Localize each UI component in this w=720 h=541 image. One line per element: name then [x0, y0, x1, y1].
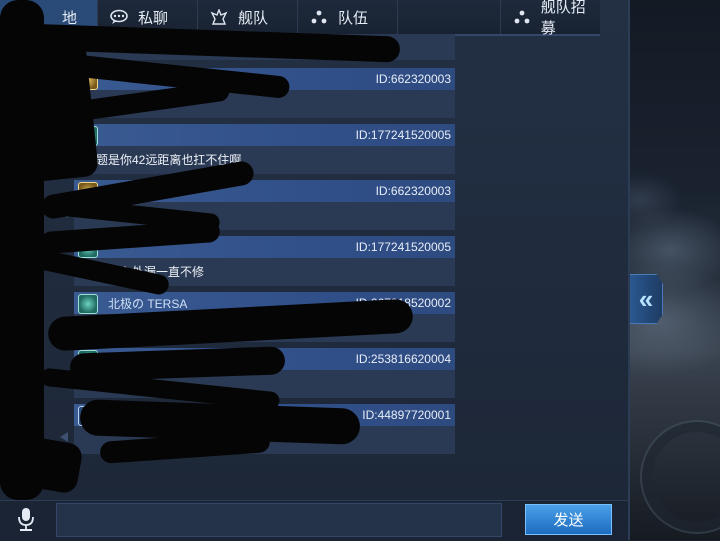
team-dots-icon	[308, 8, 330, 26]
sender-id: ID:177241520005	[355, 240, 451, 254]
sender-name: 北极の TERSA	[108, 297, 188, 311]
fleet-crest-icon	[208, 8, 230, 26]
recruit-dots-icon	[511, 8, 533, 26]
sender-id: ID:662320003	[375, 72, 451, 86]
avatar[interactable]	[78, 294, 98, 314]
send-button[interactable]: 发送	[525, 504, 612, 535]
sender-id: ID:177241520005	[355, 128, 451, 142]
chat-message[interactable]: ID:177241520005 问题是你42远距离也扛不住啊	[60, 124, 455, 174]
tab-fleet[interactable]: 舰队	[198, 0, 298, 34]
send-button-label: 发送	[553, 512, 584, 529]
chat-bubble-icon	[108, 8, 130, 26]
tab-fleet-label: 舰队	[238, 9, 269, 27]
message-pointer	[60, 432, 68, 442]
sender-id: ID:44897720001	[362, 408, 451, 422]
tab-fleet-recruit-label: 舰队招募	[540, 0, 586, 37]
message-body: 问题是你42远距离也扛不住啊	[74, 146, 455, 174]
collapse-panel-button[interactable]: «	[630, 274, 663, 324]
double-chevron-left-icon: «	[638, 283, 654, 314]
chat-input[interactable]	[56, 503, 502, 537]
tab-fleet-recruit[interactable]: 舰队招募	[500, 0, 600, 37]
tab-team[interactable]: 队伍	[298, 0, 398, 34]
message-header: ID:177241520005	[74, 124, 455, 146]
sender-id: ID:253816620004	[355, 352, 451, 366]
tab-private-chat-label: 私聊	[138, 9, 169, 27]
microphone-icon[interactable]	[14, 506, 38, 532]
sender-id: ID:662320003	[375, 184, 451, 198]
tab-team-label: 队伍	[338, 9, 369, 27]
